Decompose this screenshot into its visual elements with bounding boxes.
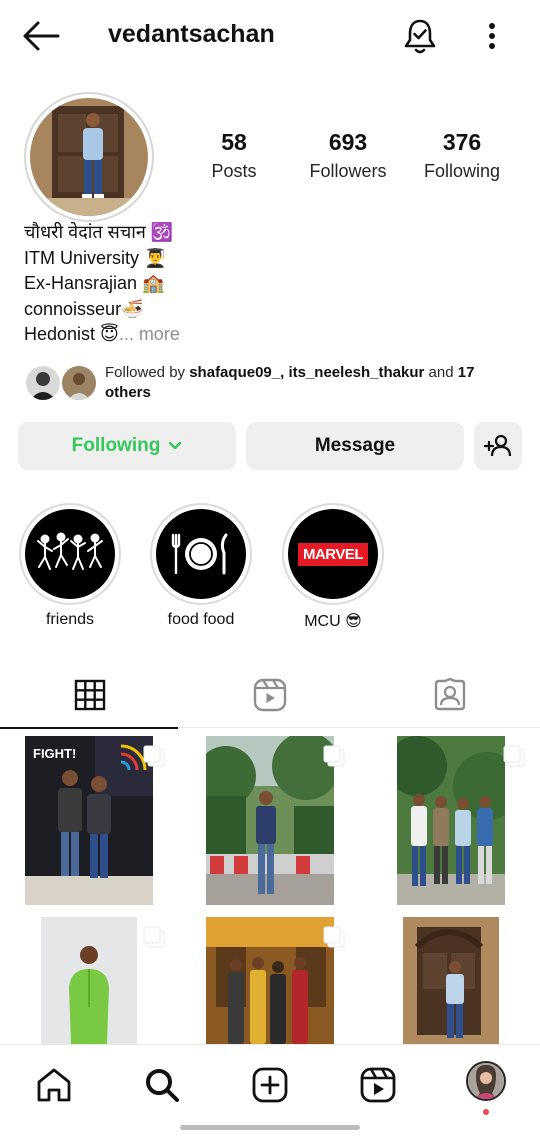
mutual-username[interactable]: shafaque09_ [189, 364, 280, 381]
followed-by-text: Followed by shafaque09_, its_neelesh_tha… [105, 363, 515, 402]
mutual-avatar [24, 364, 62, 402]
mutual-followers[interactable]: Followed by shafaque09_, its_neelesh_tha… [24, 362, 524, 404]
following-label: Following [423, 161, 501, 181]
message-button[interactable]: Message [246, 422, 464, 470]
highlight-mcu[interactable]: MARVEL MCU 😎 [281, 503, 385, 631]
highlight-ring [150, 503, 252, 605]
bio-line: Ex-Hansrajian 🏫 [24, 273, 165, 293]
nav-reels[interactable] [354, 1061, 402, 1109]
post-thumbnail[interactable] [403, 917, 499, 1044]
post-sign-text: FIGHT! [33, 746, 76, 761]
plate-fork-knife-icon [156, 509, 246, 599]
highlight-label: food food [167, 611, 235, 628]
nav-home[interactable] [30, 1061, 78, 1109]
tab-reels[interactable] [180, 662, 360, 728]
create-icon [251, 1066, 289, 1104]
bio-line: connoisseur🍜 [24, 298, 144, 319]
post-thumbnail[interactable] [206, 917, 334, 1044]
following-stat[interactable]: 376 Following [407, 128, 517, 186]
posts-stat[interactable]: 58 Posts [179, 128, 289, 186]
multiple-photos-icon [322, 744, 348, 775]
highlight-friends[interactable]: friends [18, 503, 122, 629]
followers-stat[interactable]: 693 Followers [293, 128, 403, 186]
marvel-logo-text: MARVEL [297, 542, 369, 566]
tagged-icon [433, 678, 467, 712]
multiple-photos-icon [502, 744, 528, 775]
highlight-ring [19, 503, 121, 605]
bio-more-link[interactable]: ... more [119, 324, 180, 344]
reels-icon [359, 1066, 397, 1104]
home-icon [35, 1066, 73, 1104]
nav-create[interactable] [246, 1061, 294, 1109]
tab-posts-grid[interactable] [0, 662, 180, 729]
marvel-logo-icon: MARVEL [288, 509, 378, 599]
home-indicator-bar[interactable] [180, 1125, 360, 1130]
message-button-label: Message [314, 435, 396, 456]
search-icon [143, 1066, 181, 1104]
profile-tabs [0, 662, 540, 729]
posts-count: 58 [221, 129, 247, 155]
highlight-food[interactable]: food food [149, 503, 253, 629]
post-thumbnail[interactable]: FIGHT! [25, 736, 153, 905]
back-arrow-icon[interactable] [20, 18, 62, 54]
post-thumbnail[interactable] [397, 736, 505, 905]
profile-avatar[interactable] [24, 92, 154, 222]
grid-icon [74, 679, 106, 711]
posts-label: Posts [211, 161, 257, 181]
multiple-photos-icon [142, 925, 168, 956]
post-thumbnail[interactable] [206, 736, 334, 905]
following-button-label: Following [71, 435, 161, 456]
profile-username: vedantsachan [108, 20, 275, 48]
followed-by-prefix: Followed by [105, 364, 190, 381]
multiple-photos-icon [142, 744, 168, 775]
profile-photo [30, 98, 148, 216]
profile-bio: चौधरी वेदांत सचान 🕉️ ITM University 👨‍🎓 … [24, 220, 504, 348]
highlight-label: MCU 😎 [304, 613, 362, 630]
bio-line: Hedonist 😇 [24, 324, 119, 344]
nav-profile-avatar[interactable] [466, 1061, 506, 1101]
tab-tagged[interactable] [360, 662, 540, 728]
top-bar: vedantsachan [0, 0, 540, 72]
notification-dot [483, 1109, 489, 1115]
following-count: 376 [442, 129, 482, 155]
more-options-icon[interactable] [478, 18, 506, 54]
highlight-ring: MARVEL [282, 503, 384, 605]
mutual-username[interactable]: its_neelesh_thakur [288, 364, 424, 381]
bio-line: ITM University 👨‍🎓 [24, 247, 167, 268]
bio-name: चौधरी वेदांत सचान 🕉️ [24, 222, 174, 242]
notification-bell-icon[interactable] [400, 16, 440, 56]
nav-search[interactable] [138, 1061, 186, 1109]
followers-count: 693 [328, 129, 368, 155]
add-user-button[interactable] [474, 422, 522, 470]
dancing-skeletons-icon [25, 509, 115, 599]
following-button[interactable]: Following [18, 422, 236, 470]
and-text: and [424, 364, 458, 381]
chevron-down-icon [168, 441, 182, 451]
followers-label: Followers [309, 161, 387, 181]
multiple-photos-icon [322, 925, 348, 956]
person-add-icon [484, 434, 512, 458]
reels-icon [253, 678, 287, 712]
bio-line-last: Hedonist 😇... more [24, 322, 504, 348]
highlight-label: friends [45, 611, 95, 628]
post-thumbnail[interactable] [41, 917, 137, 1044]
mutual-avatar [60, 364, 98, 402]
